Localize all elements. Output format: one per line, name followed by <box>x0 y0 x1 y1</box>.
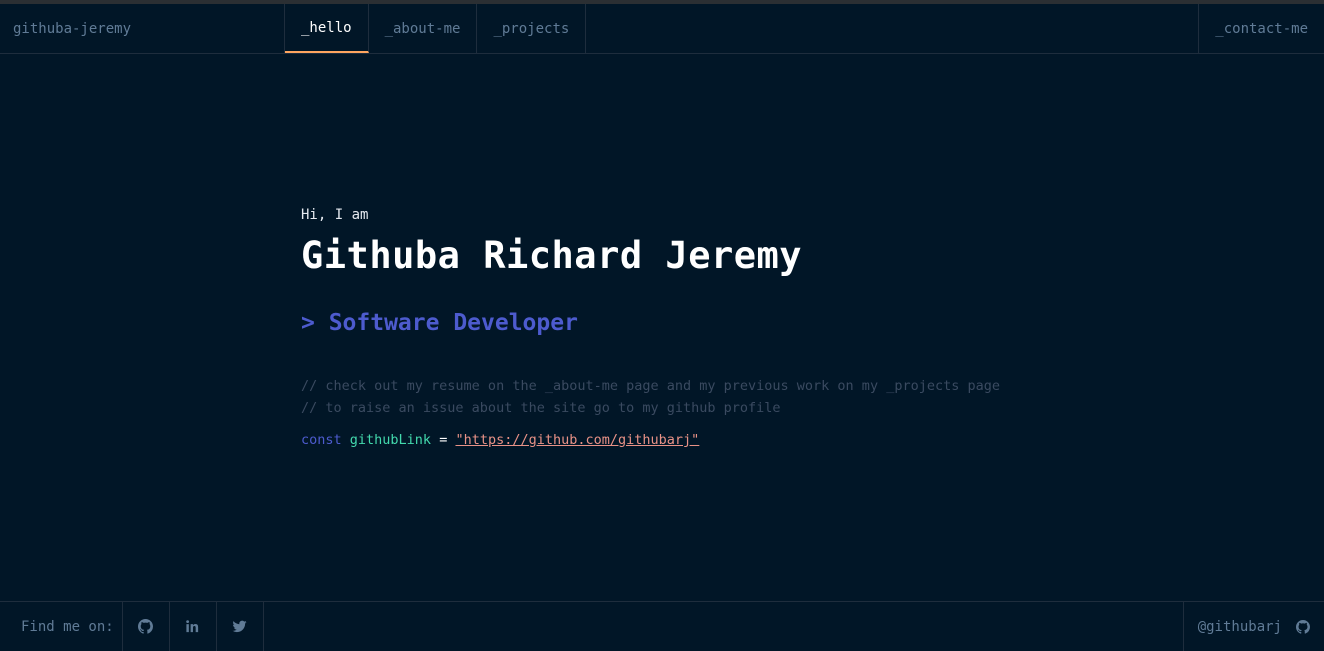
code-operator: = <box>439 432 448 448</box>
code-keyword: const <box>301 432 342 448</box>
github-icon <box>138 619 154 634</box>
footer-spacer <box>264 602 1183 651</box>
site-brand[interactable]: githuba-jeremy <box>0 4 285 53</box>
comment-line-1: // check out my resume on the _about-me … <box>301 378 1000 394</box>
github-handle-link[interactable]: @githubarj <box>1182 602 1324 651</box>
github-icon <box>1296 619 1310 634</box>
tab-about-me[interactable]: _about-me <box>369 4 478 53</box>
linkedin-social-link[interactable] <box>170 602 217 651</box>
hero-section: Hi, I am Githuba Richard Jeremy > Softwa… <box>301 205 1000 451</box>
tab-hello[interactable]: _hello <box>285 4 369 53</box>
top-nav: githuba-jeremy _hello _about-me _project… <box>0 4 1324 54</box>
tab-projects[interactable]: _projects <box>477 4 587 53</box>
github-link[interactable]: "https://github.com/githubarj" <box>455 432 699 448</box>
hero-role: > Software Developer <box>301 310 578 336</box>
github-social-link[interactable] <box>123 602 170 651</box>
tab-contact-me[interactable]: _contact-me <box>1198 4 1324 53</box>
comment-line-2: // to raise an issue about the site go t… <box>301 400 781 416</box>
twitter-social-link[interactable] <box>217 602 264 651</box>
hero-name: Githuba Richard Jeremy <box>301 234 803 277</box>
code-line: const githubLink = "https://github.com/g… <box>301 429 1000 451</box>
linkedin-icon <box>186 620 199 633</box>
find-me-label: Find me on: <box>0 602 123 651</box>
code-comments: // check out my resume on the _about-me … <box>301 375 1000 419</box>
hero-greeting: Hi, I am <box>301 207 369 223</box>
github-handle: @githubarj <box>1197 618 1282 635</box>
twitter-icon <box>232 620 247 633</box>
footer-bar: Find me on: @githubarj <box>0 601 1324 651</box>
code-variable: githubLink <box>349 432 432 448</box>
